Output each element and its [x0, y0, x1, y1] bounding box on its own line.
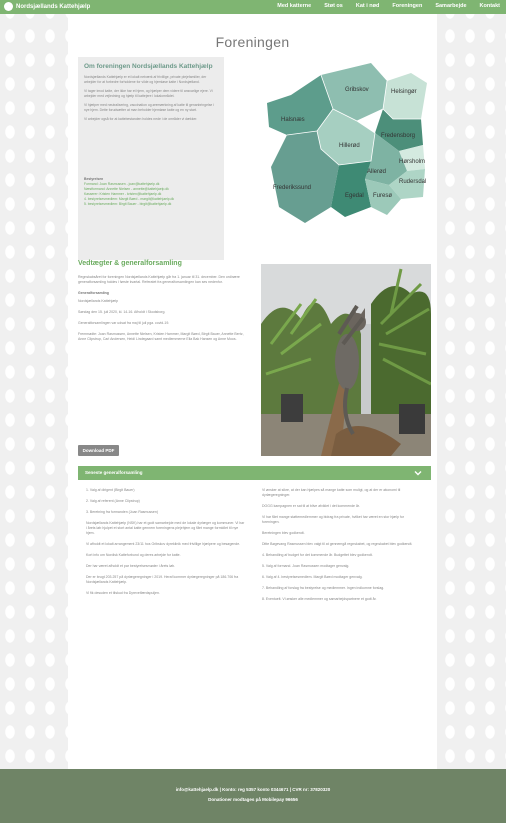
menu-item-stoet-os[interactable]: Støt os — [324, 3, 343, 9]
map-label: Rudersdal — [399, 179, 426, 185]
map-label: Furesø — [373, 193, 392, 199]
map-label: Halsnæs — [281, 117, 305, 123]
minutes-paragraph: Vi fik desuden et tilskud fra Dyrevelfær… — [86, 591, 160, 595]
footer-contact[interactable]: info@kattehjaelp.dk | Konto: reg 5357 ko… — [0, 787, 506, 792]
statutes-section: Vedtægter & generalforsamling Regnskabså… — [78, 260, 248, 341]
board-member[interactable]: Formand: Joan Rasmussen - joan@kattehjae… — [84, 182, 159, 186]
map-label: Allerød — [367, 169, 386, 175]
brand-name: Nordsjællands Kattehjælp — [16, 3, 91, 10]
statutes-paragraph: Nordsjællands Kattehjælp — [78, 298, 119, 303]
minutes-paragraph: 4. Behandling af budget for det kommende… — [262, 553, 373, 557]
about-paragraph: Vi arbejder også for at kattebestanden h… — [84, 117, 198, 121]
accordion-title: Seneste generalforsamling — [85, 470, 143, 475]
accordion-header[interactable]: Seneste generalforsamling — [78, 466, 431, 480]
statutes-paragraph: Fremmødte: Joan Rasmussen, Annette Niels… — [78, 332, 244, 342]
menu-item-foreningen[interactable]: Foreningen — [392, 3, 422, 9]
statutes-paragraph: Generalforsamlingen var udsat fra maj ti… — [78, 321, 170, 326]
cat-logo-icon — [4, 2, 13, 11]
map-label: Gribskov — [345, 87, 369, 93]
minutes-paragraph: 1. Valg af dirigent (Birgit Bauer) — [86, 488, 135, 492]
menu-item-kat-i-noed[interactable]: Kat i nød — [356, 3, 380, 9]
minutes-left-column: 1. Valg af dirigent (Birgit Bauer) 2. Va… — [86, 488, 246, 602]
board-list: Bestyrelsen Formand: Joan Rasmussen - jo… — [84, 177, 219, 207]
map-region-helsingoer — [383, 73, 427, 119]
about-box: Om foreningen Nordsjællands Kattehjælp N… — [78, 57, 224, 260]
statutes-subheading: Generalforsamling — [78, 291, 109, 296]
minutes-paragraph: Der har været afholdt et par bestyrelses… — [86, 564, 176, 568]
minutes-paragraph: Vi afholdt et lokalt arrangement 23/11 h… — [86, 542, 241, 546]
minutes-paragraph: Kort info om Nordisk Katteforbund og der… — [86, 553, 181, 557]
minutes-paragraph: Nordsjællands Kattehjælp (NSK) har et go… — [86, 521, 245, 535]
statutes-heading: Vedtægter & generalforsamling — [78, 260, 182, 267]
minutes-paragraph: Beretningen blev godkendt. — [262, 531, 305, 535]
map-label: Fredensborg — [381, 133, 415, 139]
main-content: Foreningen Om foreningen Nordsjællands K… — [68, 14, 437, 769]
board-member[interactable]: Næstformand: Annette Nielsen - annette@k… — [84, 187, 169, 191]
footer: info@kattehjaelp.dk | Konto: reg 5357 ko… — [0, 769, 506, 823]
top-nav: Nordsjællands Kattehjælp Med katterne St… — [0, 0, 506, 14]
menu-item-med-katterne[interactable]: Med katterne — [277, 3, 311, 9]
page-title: Foreningen — [215, 34, 290, 50]
minutes-paragraph: 3. Beretning fra formanden (Joan Rasmuss… — [86, 510, 158, 514]
minutes-paragraph: DOGG kampagnen er sat til at blive afvik… — [262, 504, 360, 508]
map-label: Helsingør — [391, 89, 417, 95]
cat-photo — [261, 264, 431, 456]
about-paragraph: Vi hjælper med neutralisering, vaccinati… — [84, 103, 214, 112]
minutes-paragraph: 8. Eventuelt. Vi ønsker alle medlemmer o… — [262, 597, 377, 601]
statutes-paragraph: Regnskabsåret for foreningen Nordsjællan… — [78, 275, 240, 285]
menu-item-kontakt[interactable]: Kontakt — [480, 3, 500, 9]
minutes-paragraph: Der er brugt 203.257 på dyrlægeregninger… — [86, 575, 239, 584]
minutes-paragraph: 7. Behandling af forslag fra bestyrelse … — [262, 586, 385, 590]
main-menu: Med katterne Støt os Kat i nød Foreninge… — [277, 3, 500, 9]
minutes-paragraph: 5. Valg af formand. Joan Rasmussen modta… — [262, 564, 350, 568]
minutes-paragraph: 2. Valg af referent (Anne Clipstrup) — [86, 499, 140, 503]
about-text: Nordsjællands Kattehjælp er et lokalt ne… — [84, 75, 219, 126]
map-label: Hørsholm — [399, 159, 425, 165]
board-member[interactable]: Kasserer: Kristen Hammer - kristen@katte… — [84, 192, 161, 196]
about-paragraph: Nordsjællands Kattehjælp er et lokalt ne… — [84, 75, 207, 84]
minutes-paragraph: 6. Valg af 4. bestyrelsesmedlem. Margit … — [262, 575, 363, 579]
footer-donation: Donationer modtages på Mobilepay 96656 — [208, 797, 298, 802]
about-paragraph: Vi tager imod katte, der ikke har et hje… — [84, 89, 213, 98]
minutes-paragraph: Vi har fået mange støttemedlemmer og bid… — [262, 515, 404, 524]
board-title: Bestyrelsen — [84, 177, 104, 181]
region-map: Gribskov Helsingør Halsnæs Fredensborg H… — [267, 63, 427, 223]
brand[interactable]: Nordsjællands Kattehjælp — [4, 2, 90, 11]
minutes-paragraph: Vi ønsker at sikre, at der kan hjælpes s… — [262, 488, 401, 497]
download-pdf-button[interactable]: Download PDF — [78, 445, 119, 456]
minutes-paragraph: Ditte Bøgevang Rasmussen blev valgt til … — [262, 542, 413, 546]
statutes-text: Regnskabsåret for foreningen Nordsjællan… — [78, 275, 246, 349]
chevron-down-icon[interactable] — [413, 468, 423, 478]
map-label: Egedal — [345, 193, 364, 199]
statutes-paragraph: Søndag den 15. juli 2020, kl. 14-16. Afh… — [78, 309, 166, 314]
board-member[interactable]: 4. bestyrelsesmedlem: Margit Bøed - marg… — [84, 197, 174, 201]
map-label: Frederikssund — [273, 185, 311, 191]
menu-item-samarbejde[interactable]: Samarbejde — [435, 3, 466, 9]
minutes-right-column: Vi ønsker at sikre, at der kan hjælpes s… — [262, 488, 422, 608]
about-heading: Om foreningen Nordsjællands Kattehjælp — [84, 63, 213, 70]
map-label: Hillerød — [339, 143, 360, 149]
board-member[interactable]: 5. bestyrelsesmedlem: Birgit Bauer - bir… — [84, 202, 171, 206]
